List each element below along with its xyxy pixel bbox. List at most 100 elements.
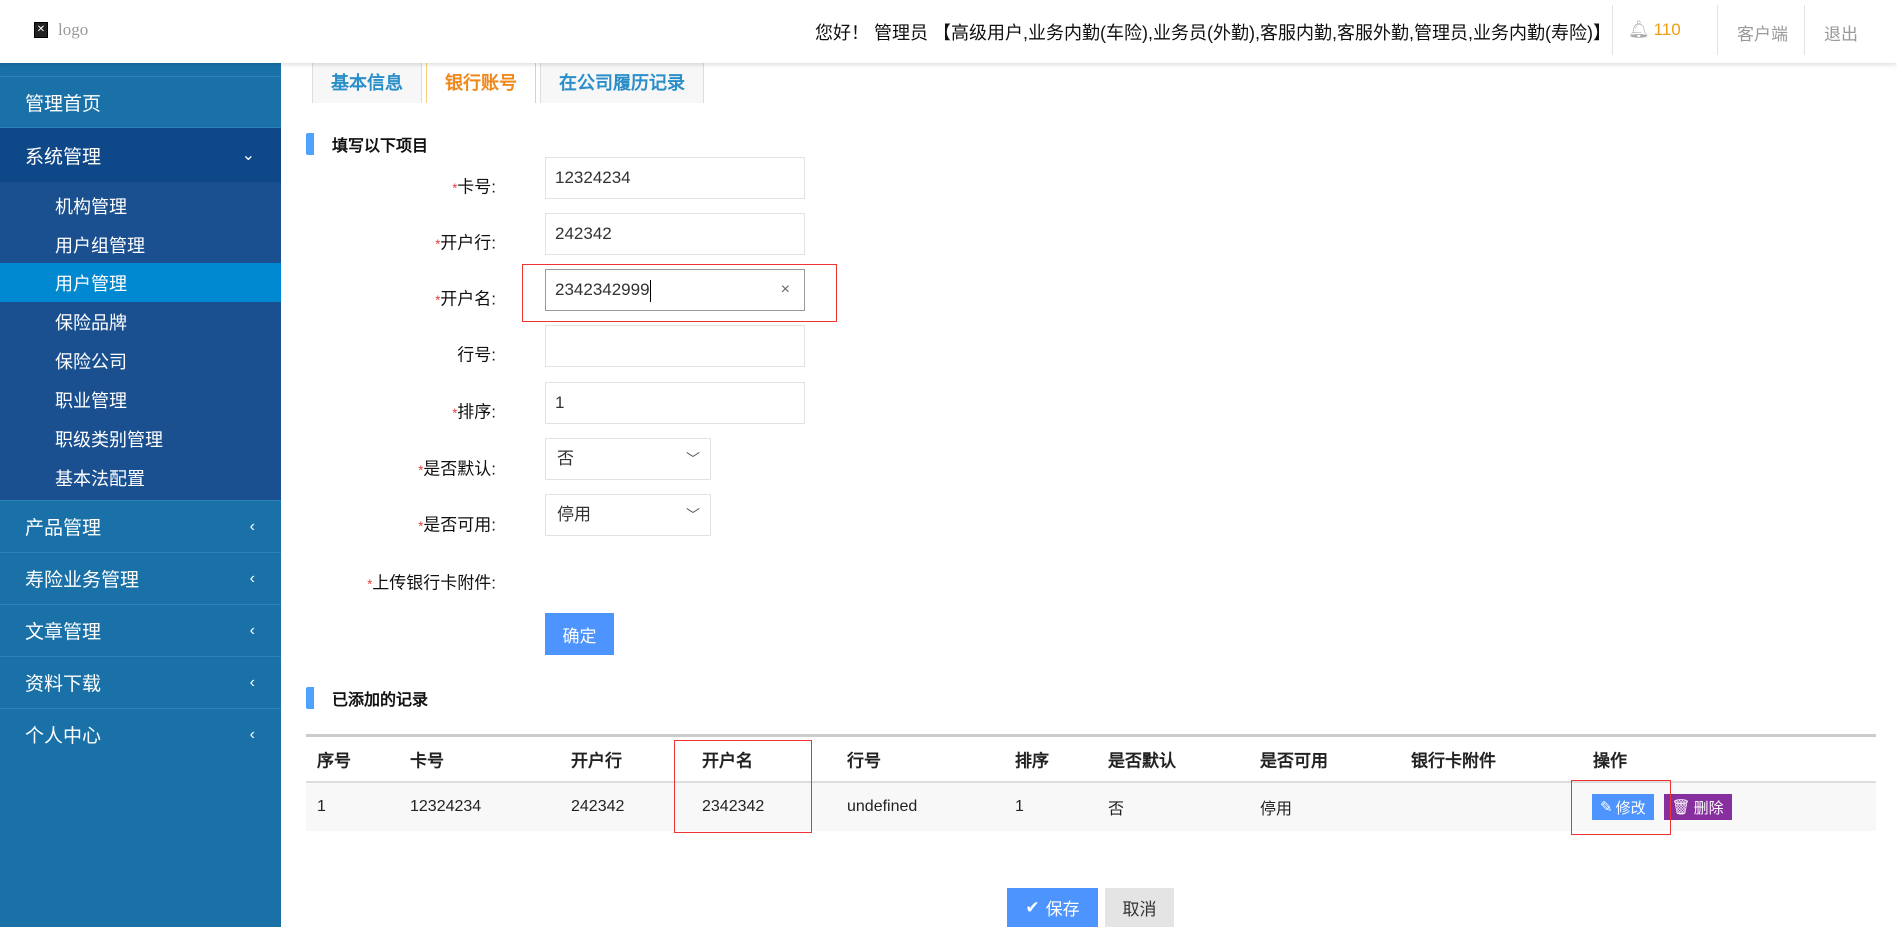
sidebar-item-system[interactable]: 系统管理 ⌄	[0, 127, 281, 182]
column-header: 行号	[847, 751, 881, 771]
attachment-label: *上传银行卡附件:	[367, 569, 496, 594]
chevron-left-icon: ‹	[249, 517, 255, 535]
check-icon: ✔	[1025, 897, 1040, 917]
input-value: 2342342999	[555, 280, 650, 299]
select-value: 否	[557, 449, 574, 468]
chevron-left-icon: ‹	[249, 673, 255, 691]
trash-icon: 🗑︎	[1671, 799, 1691, 816]
bank-label: *开户行:	[435, 229, 496, 254]
chevron-left-icon: ‹	[249, 621, 255, 639]
tab-bank-account[interactable]: 银行账号	[426, 60, 536, 103]
section-title-text: 填写以下项目	[332, 138, 429, 155]
column-header: 开户行	[571, 751, 622, 771]
top-header: ✕ logo 您好！ 管理员 【高级用户,业务内勤(车险),业务员(外勤),客服内…	[0, 0, 1897, 63]
sidebar-subitem-company[interactable]: 保险公司	[0, 341, 281, 380]
label-text: 开户名:	[440, 289, 496, 309]
sidebar-subitem-basic-law[interactable]: 基本法配置	[0, 458, 281, 497]
is-default-select[interactable]: 否 ﹀	[545, 438, 711, 480]
column-header: 排序	[1015, 751, 1049, 771]
sidebar-item-personal[interactable]: 个人中心 ‹	[0, 708, 281, 760]
logo: ✕ logo	[34, 20, 88, 40]
column-header: 是否可用	[1260, 751, 1328, 771]
records-section-title: 已添加的记录	[306, 686, 428, 710]
tab-basic-info[interactable]: 基本信息	[312, 60, 422, 103]
column-header: 是否默认	[1108, 751, 1176, 771]
sidebar-item-label: 系统管理	[25, 146, 102, 168]
edit-label: 修改	[1615, 799, 1646, 817]
label-text: 是否默认:	[423, 459, 496, 479]
sidebar-subitem-usergroup[interactable]: 用户组管理	[0, 225, 281, 264]
column-header: 银行卡附件	[1411, 751, 1496, 771]
sidebar-item-label: 资料下载	[25, 674, 102, 695]
sidebar-subitem-brand[interactable]: 保险品牌	[0, 302, 281, 341]
section-title-text: 已添加的记录	[332, 692, 429, 709]
column-header: 卡号	[410, 751, 444, 771]
is-enabled-select[interactable]: 停用 ﹀	[545, 494, 711, 536]
delete-label: 删除	[1693, 799, 1724, 817]
sidebar-item-product[interactable]: 产品管理 ‹	[0, 500, 281, 552]
delete-button[interactable]: 🗑︎ 删除	[1663, 794, 1732, 820]
column-header: 开户名	[702, 751, 753, 771]
select-value: 停用	[557, 505, 591, 524]
column-header: 操作	[1593, 751, 1627, 771]
cell-bank-code: undefined	[847, 798, 918, 815]
is-enabled-label: *是否可用:	[418, 511, 496, 536]
confirm-button[interactable]: 确定	[545, 613, 614, 655]
chevron-down-icon: ⌄	[241, 147, 255, 164]
text-caret	[649, 279, 651, 302]
label-text: 是否可用:	[423, 515, 496, 535]
cancel-button[interactable]: 取消	[1105, 888, 1174, 927]
cell-is-enabled: 停用	[1260, 801, 1293, 818]
chevron-left-icon: ‹	[249, 569, 255, 587]
table-header: 序号 卡号 开户行 开户名 行号 排序 是否默认 是否可用 银行卡附件 操作	[306, 737, 1876, 783]
client-link[interactable]: 客户端	[1737, 20, 1788, 45]
sidebar-subitem-org[interactable]: 机构管理	[0, 186, 281, 225]
section-marker	[306, 687, 314, 709]
card-no-label: *卡号:	[452, 173, 496, 198]
cell-card-no: 12324234	[410, 798, 482, 815]
label-text: 行号:	[457, 345, 496, 365]
chevron-down-icon: ﹀	[686, 451, 700, 467]
cell-bank: 242342	[571, 798, 625, 815]
tab-history[interactable]: 在公司履历记录	[540, 60, 704, 103]
bank-code-label: 行号:	[457, 341, 496, 366]
label-text: 排序:	[457, 402, 496, 422]
sidebar-item-life[interactable]: 寿险业务管理 ‹	[0, 552, 281, 604]
bell-icon: 🔔︎	[1628, 20, 1650, 39]
save-button[interactable]: ✔ 保存	[1007, 888, 1098, 927]
edit-button[interactable]: ✎ 修改	[1592, 794, 1654, 820]
label-text: 开户行:	[440, 233, 496, 253]
sidebar-item-home[interactable]: 管理首页	[0, 76, 281, 127]
edit-icon: ✎	[1600, 799, 1613, 816]
sidebar-subitem-rank[interactable]: 职级类别管理	[0, 419, 281, 458]
notifications-button[interactable]: 🔔︎ 110	[1628, 20, 1681, 40]
cell-order: 1	[1015, 798, 1024, 815]
broken-image-icon: ✕	[34, 22, 48, 38]
bank-code-input[interactable]	[545, 325, 805, 367]
bank-input[interactable]: 242342	[545, 213, 805, 255]
is-default-label: *是否默认:	[418, 455, 496, 480]
divider	[1717, 5, 1718, 55]
logout-link[interactable]: 退出	[1824, 20, 1858, 45]
sidebar-item-label: 产品管理	[25, 518, 102, 539]
sidebar-item-label: 寿险业务管理	[25, 570, 140, 591]
records-table: 序号 卡号 开户行 开户名 行号 排序 是否默认 是否可用 银行卡附件 操作 1…	[306, 734, 1876, 831]
sidebar-subitem-occupation[interactable]: 职业管理	[0, 380, 281, 419]
table-row: 1 12324234 242342 2342342 undefined 1 否 …	[306, 783, 1876, 831]
sidebar-subitem-user[interactable]: 用户管理	[0, 263, 281, 302]
sidebar-item-article[interactable]: 文章管理 ‹	[0, 604, 281, 656]
notification-count: 110	[1653, 20, 1681, 39]
account-name-input[interactable]: 2342342999 ×	[545, 269, 805, 311]
save-label: 保存	[1045, 900, 1080, 919]
sidebar: 管理首页 系统管理 ⌄ 机构管理 用户组管理 用户管理 保险品牌 保险公司 职业管…	[0, 63, 281, 927]
tab-bar: 基本信息 银行账号 在公司履历记录	[312, 60, 708, 103]
clear-icon[interactable]: ×	[781, 270, 790, 310]
card-no-input[interactable]: 12324234	[545, 157, 805, 199]
order-input[interactable]: 1	[545, 382, 805, 424]
sidebar-item-download[interactable]: 资料下载 ‹	[0, 656, 281, 708]
section-marker	[306, 133, 314, 155]
label-text: 卡号:	[457, 177, 496, 197]
cell-account-name: 2342342	[702, 798, 765, 815]
chevron-left-icon: ‹	[249, 725, 255, 743]
sidebar-item-label: 管理首页	[25, 93, 102, 115]
